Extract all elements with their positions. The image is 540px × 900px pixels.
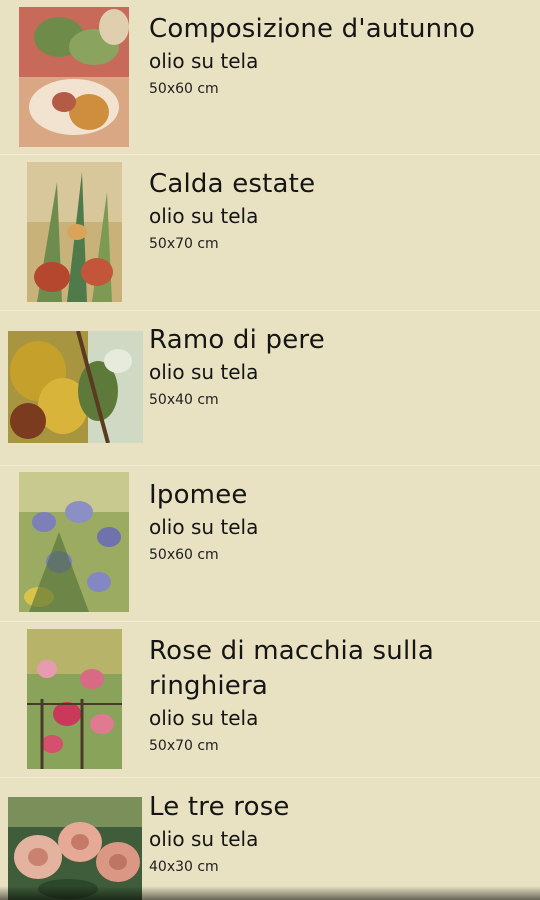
artwork-size: 50x40 cm xyxy=(149,392,219,408)
artwork-title: Rose di macchia sulla ringhiera xyxy=(149,636,434,701)
artwork-medium: olio su tela xyxy=(149,827,259,851)
artwork-medium: olio su tela xyxy=(149,706,259,730)
artwork-size: 50x60 cm xyxy=(149,81,219,97)
artwork-thumbnail xyxy=(27,629,122,769)
list-item[interactable]: Calda estate olio su tela 50x70 cm xyxy=(0,155,540,311)
artwork-thumbnail xyxy=(8,331,143,443)
artwork-title: Ramo di pere xyxy=(149,325,325,355)
list-item[interactable]: Ramo di pere olio su tela 50x40 cm xyxy=(0,311,540,466)
artwork-thumbnail xyxy=(19,472,129,612)
artwork-title: Le tre rose xyxy=(149,792,290,822)
list-item[interactable]: Ipomee olio su tela 50x60 cm xyxy=(0,466,540,622)
list-item[interactable]: Rose di macchia sulla ringhiera olio su … xyxy=(0,622,540,778)
artwork-list: Composizione d'autunno olio su tela 50x6… xyxy=(0,0,540,900)
artwork-size: 40x30 cm xyxy=(149,859,219,875)
artwork-thumbnail xyxy=(19,7,129,147)
artwork-title: Ipomee xyxy=(149,480,248,510)
list-item[interactable]: Le tre rose olio su tela 40x30 cm xyxy=(0,778,540,900)
artwork-title: Composizione d'autunno xyxy=(149,14,476,44)
artwork-thumbnail xyxy=(8,797,142,900)
artwork-title: Calda estate xyxy=(149,169,316,199)
artwork-medium: olio su tela xyxy=(149,515,259,539)
artwork-size: 50x70 cm xyxy=(149,738,219,754)
artwork-medium: olio su tela xyxy=(149,204,259,228)
artwork-medium: olio su tela xyxy=(149,49,259,73)
artwork-thumbnail xyxy=(27,162,122,302)
artwork-size: 50x70 cm xyxy=(149,236,219,252)
list-item[interactable]: Composizione d'autunno olio su tela 50x6… xyxy=(0,0,540,155)
artwork-medium: olio su tela xyxy=(149,360,259,384)
artwork-size: 50x60 cm xyxy=(149,547,219,563)
